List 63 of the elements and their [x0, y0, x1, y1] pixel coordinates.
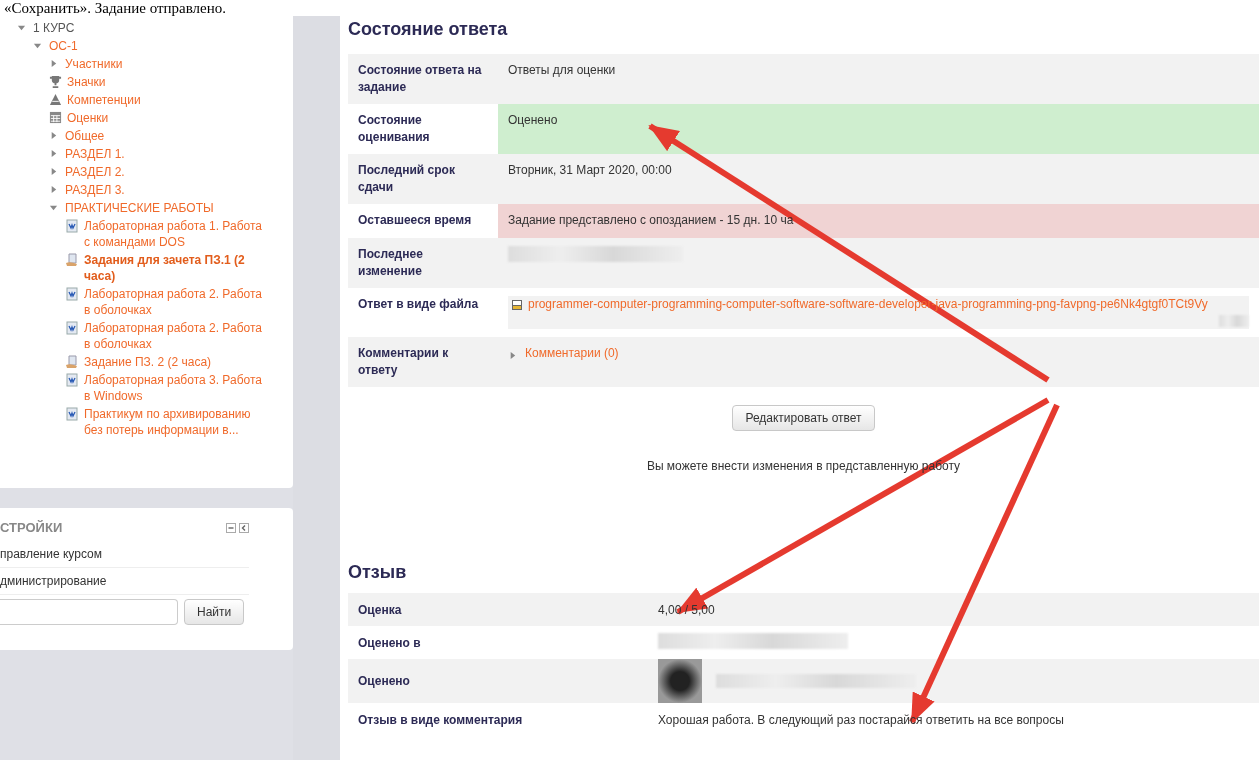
collapsed-triangle-icon[interactable] [49, 185, 58, 194]
panel-title: СТРОЙКИ [0, 520, 63, 535]
document-text: «Сохранить». Задание отправлено. [3, 0, 227, 16]
row-label: Комментарии к ответу [348, 337, 498, 387]
navigation-link[interactable]: 1 КУРС [33, 20, 75, 36]
minimize-icon[interactable] [226, 522, 236, 533]
collapsed-triangle-icon[interactable] [49, 149, 58, 158]
row-label: Отзыв в виде комментария [357, 712, 524, 727]
collapsed-triangle-icon[interactable] [49, 59, 58, 68]
assignment-icon [65, 355, 79, 369]
navigation-link[interactable]: ОС-1 [49, 38, 78, 54]
document-icon [65, 373, 79, 387]
navigation-link[interactable]: Оценки [67, 110, 109, 126]
expanded-triangle-icon[interactable] [49, 203, 58, 212]
settings-link[interactable]: дминистрирование [0, 568, 249, 595]
row-label: Состояние ответа на задание [348, 54, 498, 104]
cell-text: Оценено [508, 113, 558, 127]
document-icon [65, 321, 79, 335]
row-label: Оценка [357, 602, 403, 617]
navigation-link[interactable]: Лабораторная работа 2. Работа в оболочках [84, 320, 271, 352]
section-heading: Отзыв [348, 561, 408, 583]
collapsed-triangle-icon[interactable] [49, 131, 58, 140]
section-heading: Состояние ответа [348, 18, 509, 40]
navigation-link[interactable]: Участники [65, 56, 123, 72]
redacted-block [1219, 315, 1249, 327]
cell-text: Ответы для оценки [508, 63, 616, 77]
navigation-link[interactable]: РАЗДЕЛ 1. [65, 146, 125, 162]
navigation-link[interactable]: Практикум по архивированию без потерь информации в... [84, 406, 271, 438]
pyramid-icon [49, 93, 62, 106]
expanded-triangle-icon[interactable] [17, 23, 26, 32]
settings-link[interactable]: правление курсом [0, 541, 249, 568]
trophy-icon [49, 75, 62, 88]
document-icon [65, 407, 79, 421]
assignment-icon [65, 253, 79, 267]
edit-answer-button[interactable]: Редактировать ответ [732, 405, 875, 431]
search-field[interactable] [0, 599, 178, 625]
collapsed-triangle-icon[interactable] [508, 350, 517, 360]
navigation-link[interactable]: Лабораторная работа 1. Работа с командами DOS [84, 218, 271, 250]
cell-text: Задание представлено с опозданием - 15 дн. 10 ча [508, 213, 794, 227]
navigation-link[interactable]: Общее [65, 128, 105, 144]
navigation-link[interactable]: ПРАКТИЧЕСКИЕ РАБОТЫ [65, 200, 214, 216]
row-label: Оценено [357, 674, 411, 688]
collapsed-triangle-icon[interactable] [49, 167, 58, 176]
navigation-link[interactable]: Компетенции [67, 92, 141, 108]
row-label: Оценено в [357, 635, 422, 650]
dock-icon[interactable] [239, 522, 249, 533]
row-label: Последний срок сдачи [348, 154, 498, 204]
document-icon [65, 287, 79, 301]
navigation-link[interactable]: Лабораторная работа 2. Работа в оболочках [84, 286, 271, 318]
expanded-triangle-icon[interactable] [33, 41, 42, 50]
search-button[interactable]: Найти [184, 599, 245, 625]
navigation-link[interactable]: Задание ПЗ. 2 (2 часа) [84, 354, 212, 370]
cell-text: Вторник, 31 Март 2020, 00:00 [508, 163, 672, 177]
navigation-link[interactable]: Значки [67, 74, 106, 90]
navigation-link[interactable]: РАЗДЕЛ 3. [65, 182, 125, 198]
navigation-link[interactable]: Задания для зачета ПЗ.1 (2 часа) [84, 252, 271, 284]
table-icon [49, 111, 62, 124]
navigation-link[interactable]: РАЗДЕЛ 2. [65, 164, 125, 180]
document-icon [65, 219, 79, 233]
avatar-placeholder [658, 659, 702, 703]
comments-link[interactable]: Комментарии (0) [525, 345, 619, 362]
row-label: Последнее изменение [348, 238, 498, 288]
navigation-link[interactable]: Лабораторная работа 3. Работа в Windows [84, 372, 271, 404]
